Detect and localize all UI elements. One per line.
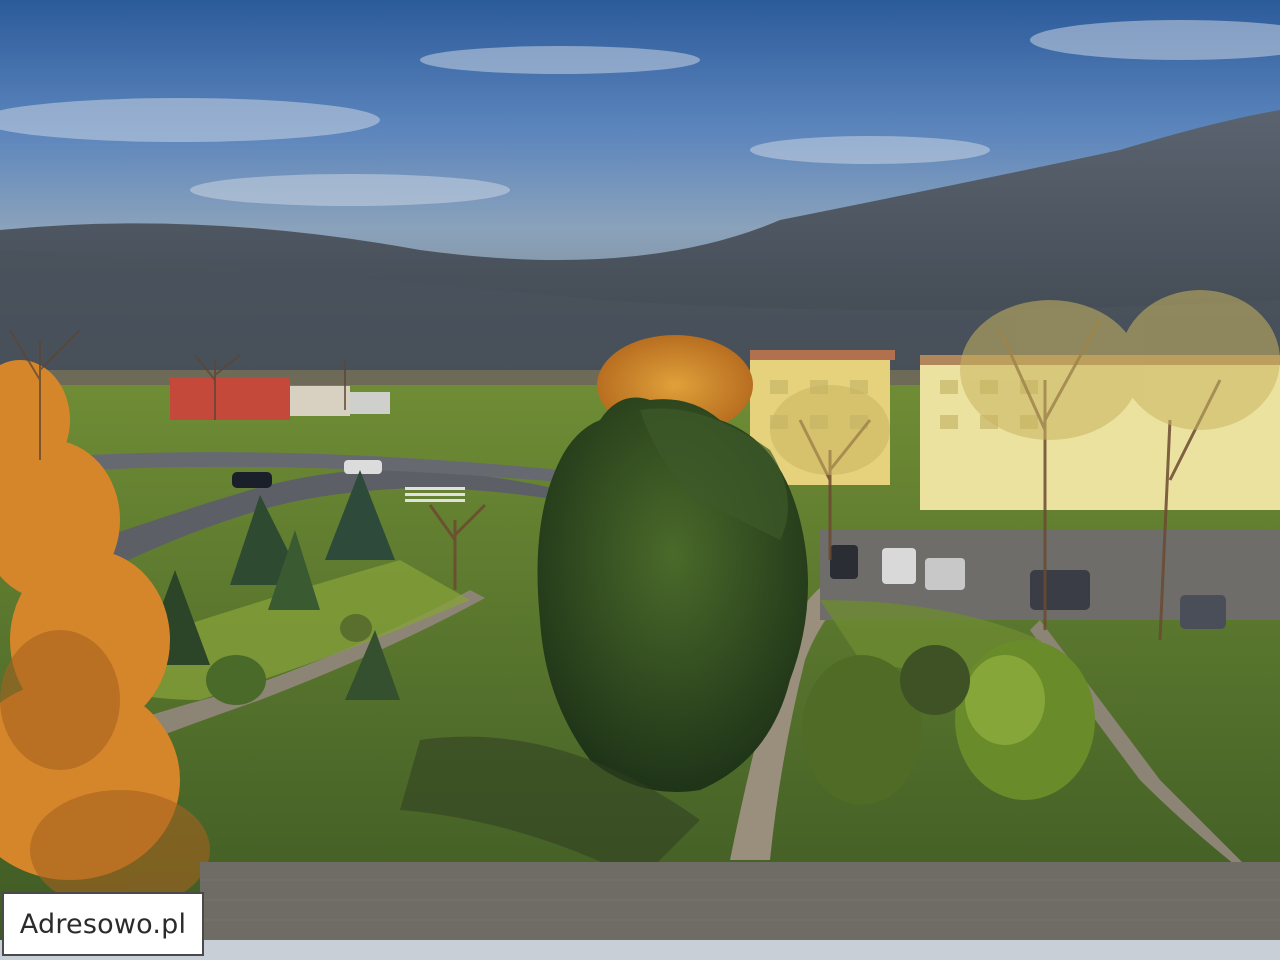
pavement [200, 862, 1280, 942]
car [925, 558, 965, 590]
crosswalk [405, 487, 465, 502]
car [1180, 595, 1226, 629]
car [344, 460, 382, 474]
car [1030, 570, 1090, 610]
car [882, 548, 916, 584]
photo-scene [0, 0, 1280, 960]
watermark: Adresowo.pl [2, 892, 204, 956]
bush [206, 655, 266, 705]
bush [340, 614, 372, 642]
car [830, 545, 858, 579]
red-building [170, 378, 290, 420]
bush [900, 645, 970, 715]
car [232, 472, 272, 488]
